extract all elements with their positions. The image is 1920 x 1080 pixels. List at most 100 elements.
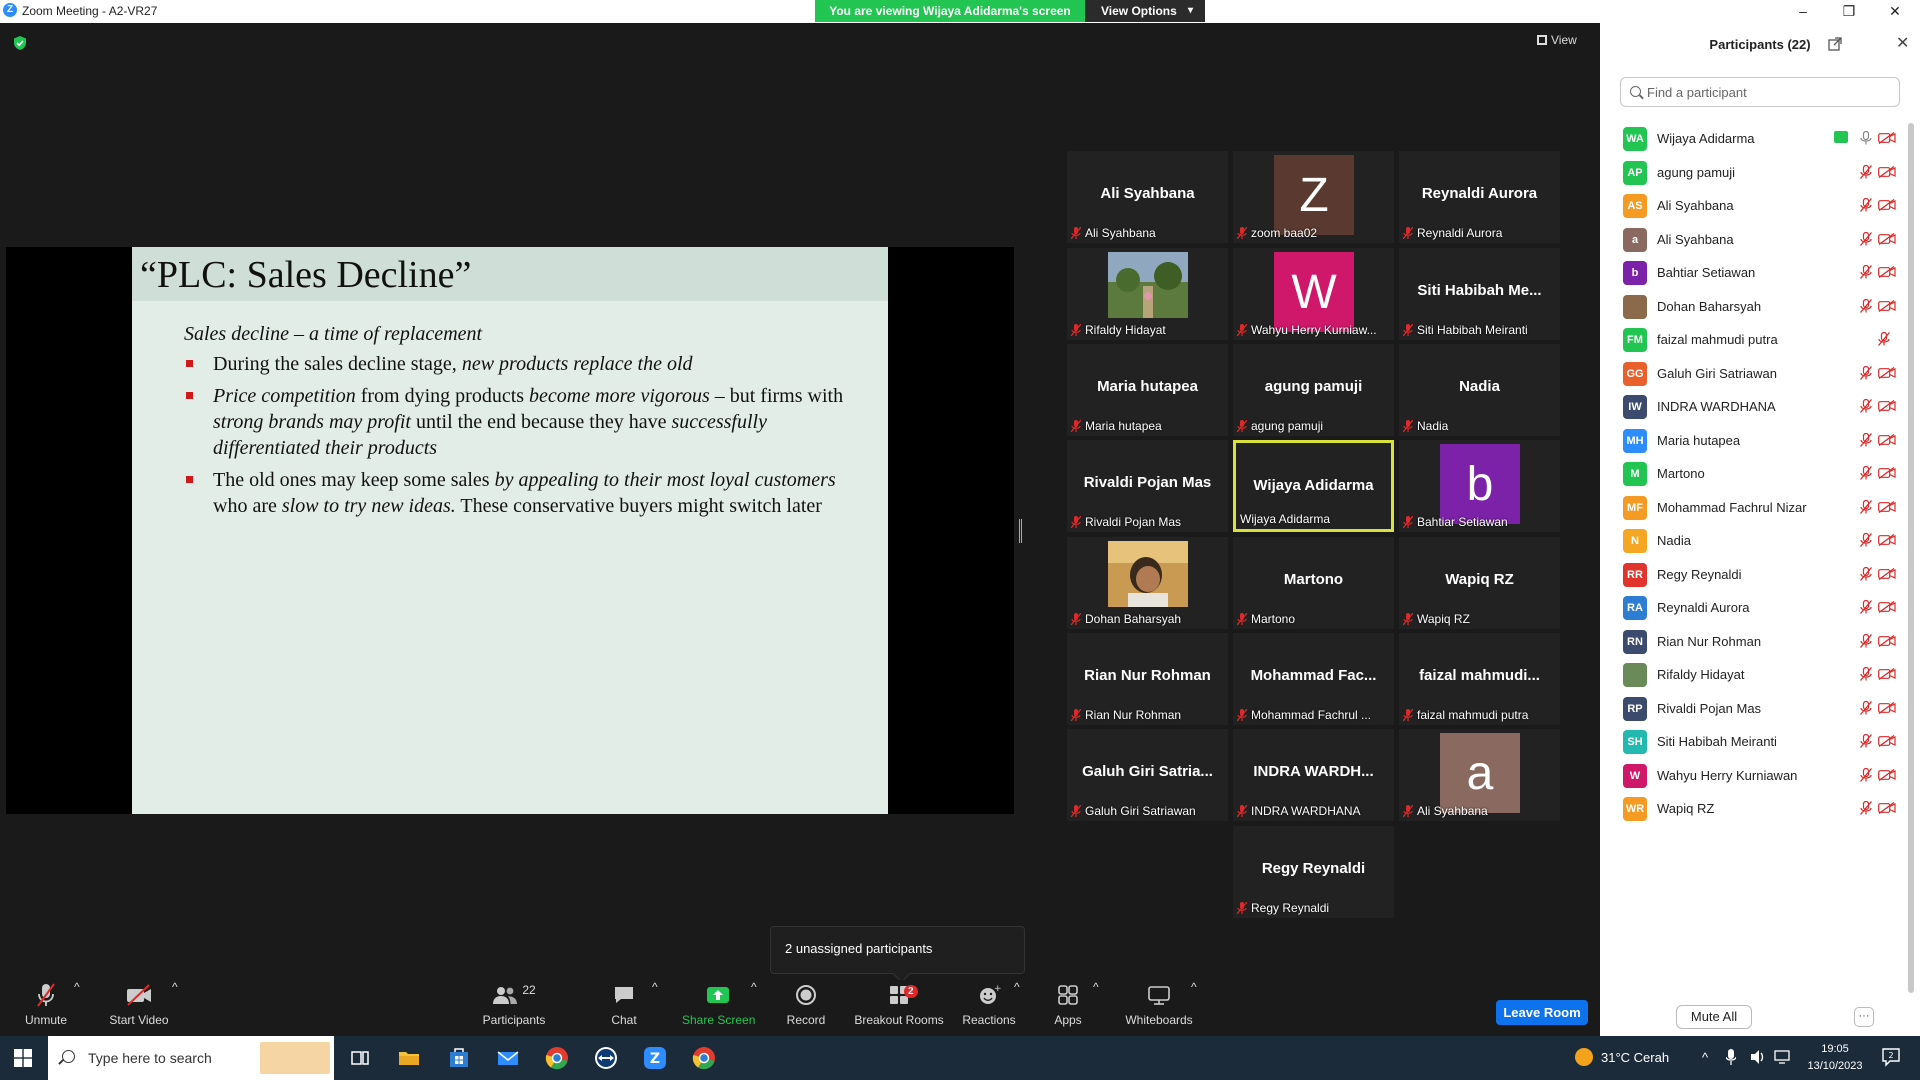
video-tile[interactable]: Rifaldy Hidayat — [1067, 248, 1228, 340]
muted-mic-icon[interactable] — [1860, 298, 1872, 313]
zoom-taskbar-icon[interactable]: Z — [641, 1044, 669, 1072]
video-tile[interactable]: Wijaya Adidarma Wijaya Adidarma — [1233, 440, 1394, 532]
muted-mic-icon[interactable] — [1860, 432, 1872, 447]
microsoft-store-icon[interactable] — [445, 1044, 473, 1072]
whiteboards-button[interactable]: Whiteboards — [1124, 980, 1194, 1036]
close-panel-icon[interactable]: ✕ — [1896, 33, 1909, 53]
video-off-icon[interactable] — [1878, 601, 1896, 613]
muted-mic-icon[interactable] — [1860, 734, 1872, 748]
chat-button[interactable]: Chat — [606, 980, 642, 1036]
muted-mic-icon[interactable] — [1860, 533, 1872, 547]
chat-options-caret[interactable]: ^ — [652, 980, 658, 1036]
chrome-profile-icon[interactable] — [690, 1044, 718, 1072]
maximize-button[interactable]: ❐ — [1826, 0, 1872, 23]
muted-mic-icon[interactable] — [1860, 198, 1872, 212]
muted-mic-icon[interactable] — [1878, 332, 1890, 346]
mail-icon[interactable] — [494, 1044, 522, 1072]
video-tile[interactable]: Rivaldi Pojan Mas Rivaldi Pojan Mas — [1067, 440, 1228, 532]
mute-all-button[interactable]: Mute All — [1676, 1005, 1752, 1029]
video-tile[interactable]: a Ali Syahbana — [1399, 729, 1560, 821]
muted-mic-icon[interactable] — [1860, 566, 1872, 581]
video-off-icon[interactable] — [1878, 199, 1896, 211]
video-off-icon[interactable] — [1878, 802, 1896, 814]
muted-mic-icon[interactable] — [1860, 499, 1872, 514]
muted-mic-icon[interactable] — [1860, 700, 1872, 715]
video-tile[interactable]: Maria hutapea Maria hutapea — [1067, 344, 1228, 436]
apps-button[interactable]: Apps — [1048, 980, 1088, 1036]
weather-widget[interactable]: 31°C Cerah — [1575, 1048, 1669, 1066]
close-window-button[interactable]: ✕ — [1872, 0, 1918, 23]
video-options-caret[interactable]: ^ — [172, 980, 178, 1036]
video-off-icon[interactable] — [1878, 534, 1896, 546]
reactions-options-caret[interactable]: ^ — [1014, 980, 1020, 1036]
record-button[interactable]: Record — [784, 980, 828, 1036]
video-off-icon[interactable] — [1878, 567, 1896, 580]
show-hidden-icons-chevron[interactable]: ^ — [1702, 1050, 1708, 1065]
notification-center-icon[interactable]: 2 — [1882, 1047, 1900, 1067]
video-off-icon[interactable] — [1878, 165, 1896, 178]
video-off-icon[interactable] — [1878, 400, 1896, 412]
encryption-shield-icon[interactable] — [12, 35, 28, 51]
video-tile[interactable]: Ali Syahbana Ali Syahbana — [1067, 151, 1228, 243]
video-tile[interactable]: Galuh Giri Satria... Galuh Giri Satriawan — [1067, 729, 1228, 821]
video-off-icon[interactable] — [1878, 634, 1896, 647]
reactions-button[interactable]: + Reactions — [962, 980, 1016, 1036]
popout-icon[interactable] — [1828, 37, 1842, 51]
taskbar-clock[interactable]: 19:05 13/10/2023 — [1800, 1041, 1870, 1075]
muted-mic-icon[interactable] — [1860, 633, 1872, 648]
mic-icon[interactable] — [1860, 131, 1872, 145]
muted-mic-icon[interactable] — [1860, 801, 1872, 815]
video-tile[interactable]: Zzoom baa02 — [1233, 151, 1394, 243]
video-tile[interactable]: faizal mahmudi... faizal mahmudi putra — [1399, 633, 1560, 725]
volume-icon[interactable] — [1750, 1049, 1766, 1065]
more-options-button[interactable]: ··· — [1854, 1007, 1874, 1027]
video-off-icon[interactable] — [1878, 266, 1896, 278]
start-video-button[interactable]: Start Video — [106, 980, 172, 1036]
view-layout-button[interactable]: View — [1537, 33, 1577, 47]
muted-mic-icon[interactable] — [1860, 600, 1872, 614]
audio-options-caret[interactable]: ^ — [74, 980, 80, 1036]
video-tile[interactable]: Martono Martono — [1233, 537, 1394, 629]
taskbar-search-box[interactable]: Type here to search — [48, 1036, 334, 1080]
apps-options-caret[interactable]: ^ — [1093, 980, 1099, 1036]
participants-button[interactable]: 22 Participants — [476, 980, 552, 1036]
muted-mic-icon[interactable] — [1860, 164, 1872, 179]
file-explorer-icon[interactable] — [395, 1044, 423, 1072]
video-off-icon[interactable] — [1878, 735, 1896, 747]
muted-mic-icon[interactable] — [1860, 231, 1872, 246]
breakout-rooms-button[interactable]: 2 Breakout Rooms — [854, 980, 944, 1036]
video-off-icon[interactable] — [1878, 668, 1896, 680]
share-options-caret[interactable]: ^ — [751, 980, 757, 1036]
video-tile[interactable]: Regy Reynaldi Regy Reynaldi — [1233, 826, 1394, 918]
video-off-icon[interactable] — [1878, 701, 1896, 714]
minimize-button[interactable]: – — [1780, 0, 1826, 23]
muted-mic-icon[interactable] — [1860, 265, 1872, 279]
task-view-icon[interactable] — [346, 1044, 374, 1072]
network-icon[interactable] — [1774, 1050, 1790, 1064]
participant-search-input[interactable]: Find a participant — [1620, 77, 1900, 107]
microphone-tray-icon[interactable] — [1726, 1049, 1736, 1065]
video-off-icon[interactable] — [1878, 768, 1896, 781]
view-options-button[interactable]: View Options ▾ — [1085, 0, 1205, 22]
video-tile[interactable]: Mohammad Fac... Mohammad Fachrul ... — [1233, 633, 1394, 725]
unmute-button[interactable]: Unmute — [20, 980, 72, 1036]
whiteboards-options-caret[interactable]: ^ — [1191, 980, 1197, 1036]
video-off-icon[interactable] — [1878, 433, 1896, 446]
muted-mic-icon[interactable] — [1860, 466, 1872, 480]
chrome-icon[interactable] — [543, 1044, 571, 1072]
video-off-icon[interactable] — [1878, 299, 1896, 312]
video-off-icon[interactable] — [1878, 232, 1896, 245]
share-screen-button[interactable]: Share Screen — [682, 980, 755, 1036]
muted-mic-icon[interactable] — [1860, 365, 1872, 380]
video-off-icon[interactable] — [1878, 366, 1896, 379]
leave-room-button[interactable]: Leave Room — [1496, 1000, 1588, 1025]
video-tile[interactable]: b Bahtiar Setiawan — [1399, 440, 1560, 532]
windows-start-icon[interactable] — [14, 1049, 32, 1067]
video-tile[interactable]: INDRA WARDH... INDRA WARDHANA — [1233, 729, 1394, 821]
muted-mic-icon[interactable] — [1860, 767, 1872, 782]
muted-mic-icon[interactable] — [1860, 667, 1872, 681]
participant-row[interactable]: WR Wapiq RZ — [1620, 788, 1905, 829]
video-tile[interactable]: Reynaldi Aurora Reynaldi Aurora — [1399, 151, 1560, 243]
video-off-icon[interactable] — [1878, 467, 1896, 479]
video-tile[interactable]: agung pamuji agung pamuji — [1233, 344, 1394, 436]
